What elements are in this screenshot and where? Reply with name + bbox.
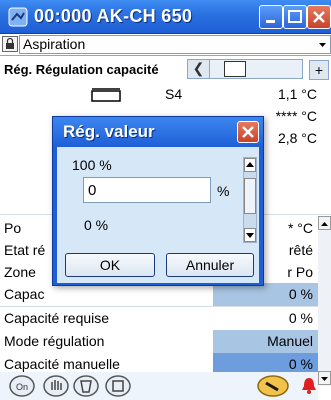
- row-capacite-manuelle-value: 0 %: [288, 356, 313, 372]
- regulation-increase-button[interactable]: +: [309, 60, 329, 80]
- regulation-label: Rég. Régulation capacité: [4, 62, 159, 77]
- minimize-button[interactable]: [259, 5, 283, 29]
- row-capacite-requise-label: Capacité requise: [4, 310, 110, 326]
- svg-text:On: On: [16, 382, 28, 392]
- section-select[interactable]: Aspiration: [19, 35, 331, 54]
- app-icon: [8, 7, 28, 27]
- list-scrollbar[interactable]: [318, 216, 331, 386]
- dialog-value-scrollbar[interactable]: [243, 157, 257, 243]
- row-s4-label: S4: [165, 86, 183, 102]
- hand-icon[interactable]: [42, 373, 70, 399]
- row-etat-value: rêté: [288, 242, 313, 258]
- maximize-icon: [288, 10, 302, 23]
- regulation-slider[interactable]: ❮: [187, 59, 303, 79]
- row-capac-value: 0 %: [288, 286, 313, 302]
- window-titlebar: 00:000 AK-CH 650: [0, 0, 331, 34]
- close-icon: [313, 11, 325, 23]
- row-capacite-manuelle-label: Capacité manuelle: [4, 356, 120, 372]
- regulation-row: Rég. Régulation capacité ❮: [0, 57, 331, 81]
- dialog-max-label: 100 %: [72, 157, 112, 173]
- section-select-value: Aspiration: [23, 36, 86, 52]
- row-mode-regulation-label: Mode régulation: [4, 333, 105, 349]
- row-mode-regulation-value: Manuel: [267, 333, 313, 349]
- value-dialog: Rég. valeur 100 % % 0 % OK Annuler: [52, 116, 264, 286]
- value-input[interactable]: [83, 177, 211, 203]
- on-off-icon[interactable]: On: [8, 373, 36, 399]
- row-capac-label: Capac: [4, 286, 45, 302]
- dialog-close-button[interactable]: [237, 121, 259, 143]
- row-mode-regulation[interactable]: Mode régulation Manuel: [0, 329, 331, 354]
- close-icon: [242, 126, 254, 138]
- dialog-unit-label: %: [217, 183, 230, 199]
- regulation-slider-thumb[interactable]: [224, 61, 246, 77]
- dialog-title: Rég. valeur: [63, 122, 155, 141]
- dialog-scroll-thumb[interactable]: [244, 178, 256, 214]
- row-3-value: 2,8 °C: [277, 130, 317, 146]
- row-s4-value: 1,1 °C: [277, 86, 317, 102]
- dialog-scroll-up-button[interactable]: [244, 158, 256, 172]
- row-po-label: Po: [4, 220, 22, 236]
- regulation-decrease-button[interactable]: ❮: [188, 60, 210, 78]
- ok-button[interactable]: OK: [65, 253, 155, 277]
- compressor-icon[interactable]: [104, 373, 132, 399]
- dialog-scroll-down-button[interactable]: [244, 228, 256, 242]
- chevron-down-icon[interactable]: [315, 36, 330, 53]
- maximize-button[interactable]: [283, 5, 307, 29]
- window-title: 00:000 AK-CH 650: [34, 6, 193, 26]
- row-zone-value: r Po: [287, 264, 313, 280]
- row-etat-label: Etat ré: [4, 242, 46, 258]
- row-capacite-requise[interactable]: Capacité requise 0 %: [0, 306, 331, 331]
- close-button[interactable]: [307, 5, 331, 29]
- lock-icon[interactable]: [2, 36, 18, 52]
- selector-row: Aspiration: [0, 34, 331, 56]
- row-2-value: **** °C: [275, 108, 317, 124]
- scroll-up-button[interactable]: [318, 216, 331, 230]
- row-po-value: * °C: [287, 220, 313, 236]
- dialog-min-label: 0 %: [84, 217, 109, 233]
- alarm-bell-icon[interactable]: [300, 373, 318, 399]
- row-zone-label: Zone: [4, 264, 36, 280]
- scroll-down-button[interactable]: [318, 371, 331, 385]
- dialog-titlebar: Rég. valeur: [53, 117, 263, 147]
- cancel-button[interactable]: Annuler: [166, 253, 254, 277]
- dialog-body: 100 % % 0 % OK Annuler: [57, 147, 259, 283]
- row-capacite-requise-value: 0 %: [288, 310, 313, 326]
- wrench-icon[interactable]: [256, 373, 290, 399]
- minimize-icon: [266, 20, 275, 23]
- tank-icon[interactable]: [72, 373, 100, 399]
